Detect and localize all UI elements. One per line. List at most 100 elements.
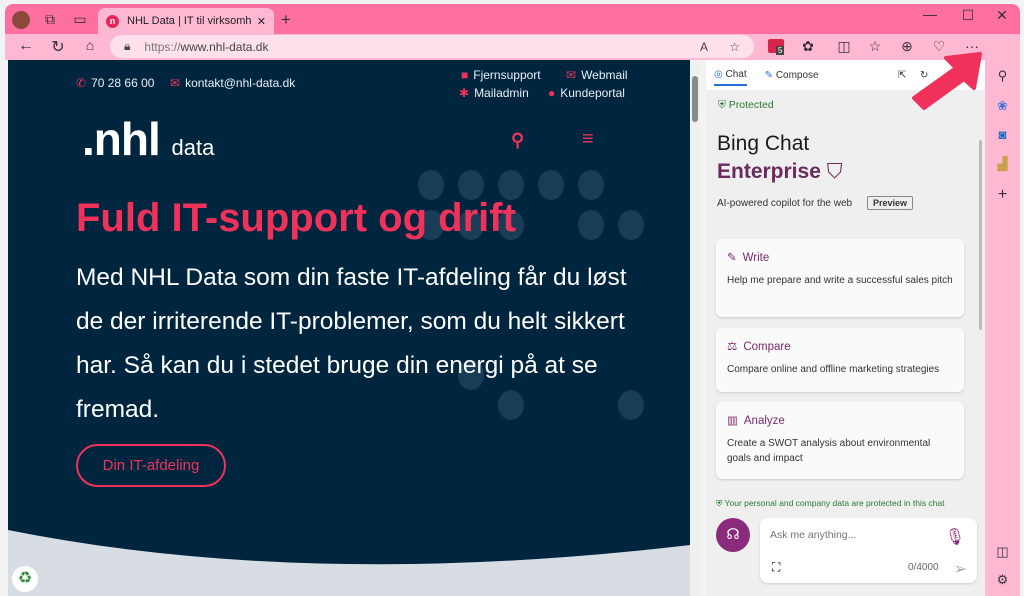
chart-icon: ▥ <box>727 415 738 427</box>
search-icon[interactable]: ⚲ <box>511 130 524 151</box>
phone-link[interactable]: ✆ 70 28 66 00 <box>76 76 154 90</box>
favorite-star-icon[interactable]: ☆ <box>729 40 740 54</box>
page-scrollbar[interactable] <box>690 60 700 596</box>
webpage: ✆ 70 28 66 00 ✉ kontakt@nhl-data.dk ■ Fjern… <box>8 60 690 596</box>
privacy-notice: ⛨ Your personal and company data are pro… <box>716 498 945 509</box>
close-tab-icon[interactable]: ✕ <box>257 15 266 28</box>
search-icon[interactable]: ⚲ <box>985 68 1020 84</box>
fjernsupport-link[interactable]: ■ Fjernsupport <box>461 68 541 82</box>
user-icon: ● <box>548 86 556 100</box>
read-aloud-icon[interactable]: A <box>700 40 708 54</box>
shield-icon: ⛨ <box>718 99 726 111</box>
microphone-icon[interactable]: 🎙︎ <box>945 527 965 547</box>
settings-icon[interactable]: ⚙ <box>985 572 1020 588</box>
office-icon[interactable]: ▟ <box>985 156 1020 172</box>
wave-divider <box>8 530 690 596</box>
email-address: kontakt@nhl-data.dk <box>185 76 296 90</box>
mail-icon: ✉ <box>170 76 181 90</box>
mailadmin-link[interactable]: ✱ Mailadmin <box>459 86 529 100</box>
card-title: Write <box>742 252 770 264</box>
protected-badge: ⛨ Protected <box>718 99 774 112</box>
hero-text: Med NHL Data som din faste IT-afdeling f… <box>76 264 627 423</box>
send-icon[interactable]: ➢ <box>954 559 967 579</box>
tab-compose[interactable]: ✎ Compose <box>765 70 819 81</box>
phone-icon: ✆ <box>76 76 87 90</box>
link-label: Fjernsupport <box>473 68 541 82</box>
chat-input-box[interactable]: 🎙︎ ⛶ 0/4000 ➢ <box>760 518 977 583</box>
visual-search-icon[interactable]: ⛶ <box>772 560 780 575</box>
profile-avatar[interactable] <box>12 11 30 29</box>
suggestion-card-compare[interactable]: ⚖ Compare Compare online and offline marke… <box>716 328 964 392</box>
tab-title: NHL Data | IT til virksomheder | F <box>127 15 251 27</box>
card-text: Help me prepare and write a successful s… <box>727 275 953 286</box>
envelope-icon: ✉ <box>566 68 577 82</box>
split-screen-icon[interactable]: ◫ <box>832 38 856 55</box>
site-favicon: n <box>106 14 119 28</box>
lock-icon: 🔒︎ <box>124 39 131 53</box>
hamburger-menu-icon[interactable]: ≡ <box>582 128 594 151</box>
card-text: Compare online and offline marketing str… <box>727 364 940 375</box>
link-label: Kundeportal <box>560 86 625 100</box>
new-tab-icon[interactable]: + <box>274 10 298 30</box>
home-icon[interactable]: ⌂ <box>78 37 102 53</box>
card-title: Analyze <box>743 415 785 427</box>
extension-badge: 5 <box>776 46 785 55</box>
shield-icon: ⛨ <box>716 498 723 508</box>
workspaces-icon[interactable]: ⧉ <box>38 11 62 28</box>
suggestion-card-write[interactable]: ✎ Write Help me prepare and write a succes… <box>716 239 964 317</box>
enterprise-title: Enterprise <box>717 160 821 183</box>
edge-sidebar: ⚲ ❀ ◙ ▟ + ◫ ⚙ <box>985 34 1020 596</box>
minimize-icon[interactable]: — <box>918 6 942 22</box>
copilot-app-icon[interactable]: ❀ <box>985 98 1020 114</box>
phone-number: 70 28 66 00 <box>91 76 155 90</box>
cookie-consent-icon[interactable]: ♻ <box>12 566 38 592</box>
link-label: Webmail <box>581 68 628 82</box>
add-app-icon[interactable]: + <box>985 186 1020 204</box>
chat-input[interactable] <box>770 529 940 541</box>
card-text: Create a SWOT analysis about environment… <box>727 438 931 464</box>
hero-headline: Fuld IT-support og drift <box>76 196 516 240</box>
kundeportal-link[interactable]: ● Kundeportal <box>548 86 625 100</box>
address-bar[interactable]: 🔒︎ https://www.nhl-data.dk A ☆ <box>110 35 754 58</box>
refresh-icon[interactable]: ↻ <box>46 37 70 57</box>
chat-subtitle-row: Enterprise ⛉ <box>717 160 842 184</box>
site-logo[interactable]: .nhl data <box>82 112 214 166</box>
link-label: Mailadmin <box>474 86 529 100</box>
chat-description: AI-powered copilot for the web <box>717 198 853 209</box>
shield-check-icon: ⛉ <box>826 160 843 183</box>
suggestion-card-analyze[interactable]: ▥ Analyze Create a SWOT analysis about env… <box>716 402 964 479</box>
tab-chat[interactable]: ◎ Chat <box>714 65 747 86</box>
email-link[interactable]: ✉ kontakt@nhl-data.dk <box>170 76 295 90</box>
chat-tab-label: Chat <box>725 68 747 80</box>
edit-icon: ✎ <box>727 252 737 264</box>
close-window-icon[interactable]: ✕ <box>990 7 1014 24</box>
pointer-arrow <box>912 52 982 110</box>
hide-sidebar-icon[interactable]: ◫ <box>985 544 1020 560</box>
extension-icon[interactable]: 5 <box>768 39 785 55</box>
outlook-icon[interactable]: ◙ <box>985 127 1020 142</box>
character-counter: 0/4000 <box>908 562 939 573</box>
maximize-icon[interactable]: ☐ <box>956 7 980 24</box>
protected-label: Protected <box>728 99 774 111</box>
webmail-link[interactable]: ✉ Webmail <box>566 68 628 82</box>
card-title: Compare <box>743 341 791 353</box>
tab-actions-icon[interactable]: ▭ <box>68 11 92 28</box>
privacy-text: Your personal and company data are prote… <box>724 498 945 508</box>
extensions-icon[interactable]: ✿ <box>796 38 820 55</box>
compose-tab-label: Compose <box>775 69 819 81</box>
truck-icon: ■ <box>461 68 469 82</box>
url-host: www.nhl-data.dk <box>180 39 269 54</box>
scrollbar-thumb[interactable] <box>692 76 698 122</box>
copilot-panel: ◎ Chat ✎ Compose ⇱ ↻ ⛨ Protected Bing Ch… <box>706 60 985 596</box>
browser-tab[interactable]: n NHL Data | IT til virksomheder | F ✕ <box>98 8 274 34</box>
din-it-afdeling-button[interactable]: Din IT-afdeling <box>76 444 226 487</box>
preview-badge: Preview <box>867 196 914 210</box>
back-icon[interactable]: ← <box>14 37 38 55</box>
new-topic-button[interactable]: ☊ <box>716 518 750 552</box>
logo-suffix: data <box>171 135 215 160</box>
gear-icon: ✱ <box>459 86 470 100</box>
chat-scrollbar[interactable] <box>979 140 982 330</box>
scales-icon: ⚖ <box>727 341 738 353</box>
logo-text: .nhl <box>82 113 161 165</box>
favorites-icon[interactable]: ☆ <box>863 38 887 55</box>
